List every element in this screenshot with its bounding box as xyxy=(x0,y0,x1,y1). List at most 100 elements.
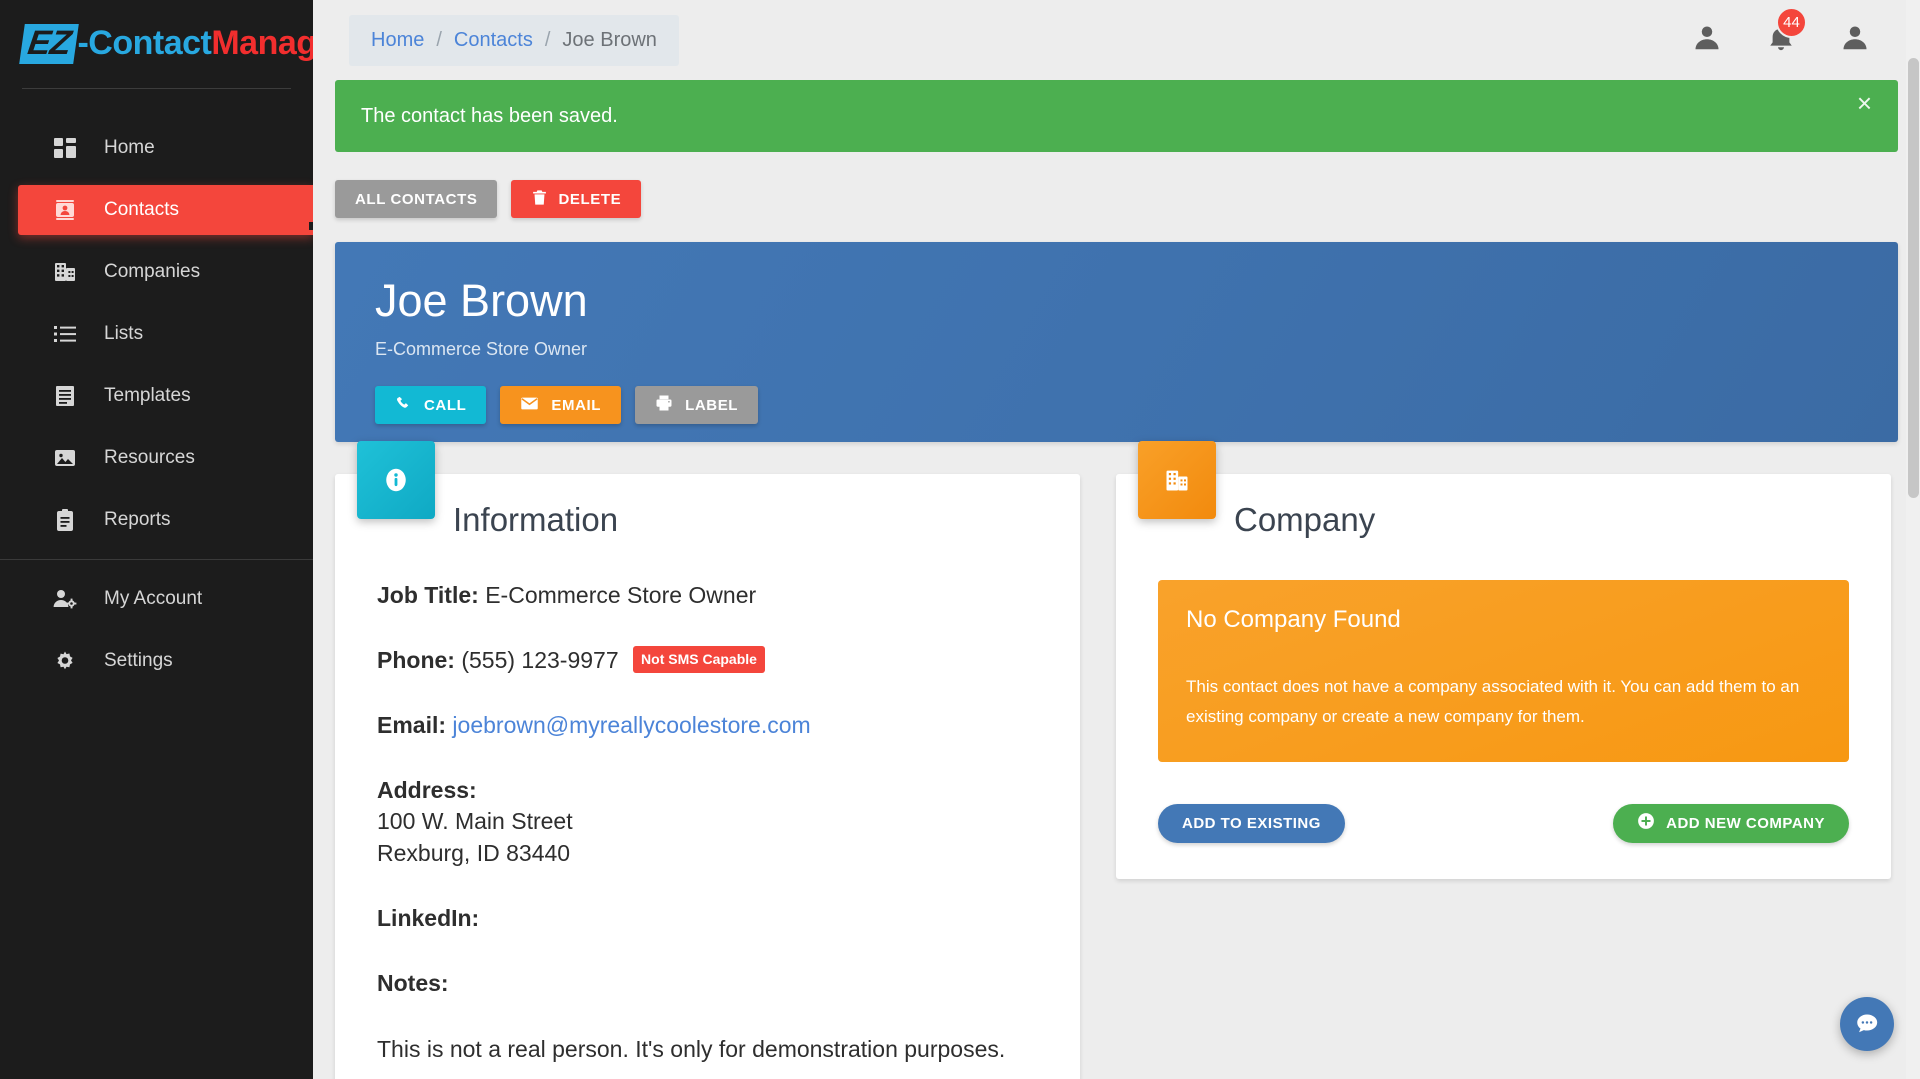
info-icon xyxy=(357,441,435,519)
contact-name: Joe Brown xyxy=(375,275,588,326)
job-title-label: Job Title: xyxy=(377,582,479,609)
breadcrumb-contacts[interactable]: Contacts xyxy=(454,29,533,52)
add-to-existing-label: ADD TO EXISTING xyxy=(1182,814,1321,832)
dashboard-icon xyxy=(48,136,82,160)
email-label: EMAIL xyxy=(551,396,602,414)
email-button[interactable]: EMAIL xyxy=(500,386,622,424)
application-root: EZ-ContactManager Home Contacts xyxy=(0,0,1920,1079)
sidebar-item-reports[interactable]: Reports xyxy=(18,495,291,545)
building-icon xyxy=(48,260,82,284)
add-to-existing-button[interactable]: ADD TO EXISTING xyxy=(1158,803,1345,843)
notification-count-badge: 44 xyxy=(1776,6,1807,38)
contact-action-toolbar: ALL CONTACTS DELETE xyxy=(313,152,1920,218)
linkedin-row: LinkedIn: xyxy=(377,903,1038,934)
sidebar-item-resources[interactable]: Resources xyxy=(18,433,291,483)
email-label: Email: xyxy=(377,712,447,739)
envelope-icon xyxy=(520,394,539,417)
detail-cards: Information Job Title: E-Commerce Store … xyxy=(313,441,1920,1079)
printer-icon xyxy=(655,394,673,416)
user-gear-icon xyxy=(48,587,82,611)
company-building-icon xyxy=(1138,441,1216,519)
sidebar-item-label: Companies xyxy=(104,261,201,282)
logo-manager-text: Manager xyxy=(211,24,313,62)
contact-hero-card: Joe Brown E-Commerce Store Owner CALL EM… xyxy=(335,242,1898,442)
email-value-link[interactable]: joebrown@myreallycoolestore.com xyxy=(452,712,810,738)
logo-text: EZ-ContactManager xyxy=(19,24,313,64)
all-contacts-button[interactable]: ALL CONTACTS xyxy=(335,180,498,218)
breadcrumb-separator: / xyxy=(544,28,551,51)
contact-card-icon xyxy=(48,198,82,222)
notes-row: Notes: xyxy=(377,968,1038,999)
sidebar-item-home[interactable]: Home xyxy=(18,123,291,173)
phone-label: Phone: xyxy=(377,647,455,674)
address-line-1: 100 W. Main Street xyxy=(377,808,573,835)
sidebar-footer-divider xyxy=(0,559,313,560)
sidebar-item-label: Templates xyxy=(104,385,191,406)
job-title-row: Job Title: E-Commerce Store Owner xyxy=(377,580,1038,611)
breadcrumb: Home / Contacts / Joe Brown xyxy=(349,14,679,66)
list-icon xyxy=(48,322,82,346)
no-company-heading: No Company Found xyxy=(1186,606,1401,634)
call-button[interactable]: CALL xyxy=(375,386,487,424)
sidebar-item-companies[interactable]: Companies xyxy=(18,247,291,297)
app-logo[interactable]: EZ-ContactManager xyxy=(0,0,313,88)
label-button[interactable]: LABEL xyxy=(635,386,759,424)
notifications-bell-icon[interactable]: 44 xyxy=(1766,6,1807,58)
information-body: Job Title: E-Commerce Store Owner Phone:… xyxy=(335,538,1080,1079)
job-title-value: E-Commerce Store Owner xyxy=(485,582,757,609)
sidebar-item-label: Home xyxy=(104,137,155,158)
email-row: Email: joebrown@myreallycoolestore.com xyxy=(377,710,1038,741)
success-alert: The contact has been saved. × xyxy=(335,80,1898,152)
address-label: Address: xyxy=(377,777,477,804)
address-row: Address: 100 W. Main Street Rexburg, ID … xyxy=(377,775,1038,868)
label-label: LABEL xyxy=(685,396,739,414)
close-icon[interactable]: × xyxy=(1857,88,1872,119)
address-line-2: Rexburg, ID 83440 xyxy=(377,839,571,866)
sidebar: EZ-ContactManager Home Contacts xyxy=(0,0,313,1079)
sidebar-item-label: Reports xyxy=(104,509,171,530)
breadcrumb-current: Joe Brown xyxy=(562,28,657,51)
sidebar-item-settings[interactable]: Settings xyxy=(18,636,291,686)
all-contacts-label: ALL CONTACTS xyxy=(355,190,478,208)
sidebar-item-label: Resources xyxy=(104,447,195,468)
topbar-icons: 44 xyxy=(1692,6,1892,58)
vertical-scrollbar-thumb[interactable] xyxy=(1908,58,1919,498)
chat-bubble-icon[interactable] xyxy=(1840,997,1894,1051)
sidebar-item-contacts[interactable]: Contacts xyxy=(18,185,313,235)
linkedin-label: LinkedIn: xyxy=(377,904,480,931)
delete-button[interactable]: DELETE xyxy=(511,180,642,218)
add-new-company-button[interactable]: ADD NEW COMPANY xyxy=(1613,803,1849,843)
logo-contact-text: -Contact xyxy=(77,24,212,62)
sidebar-item-lists[interactable]: Lists xyxy=(18,309,291,359)
phone-value: (555) 123-9977 xyxy=(461,647,619,674)
company-card: Company No Company Found This contact do… xyxy=(1116,441,1891,879)
sidebar-item-my-account[interactable]: My Account xyxy=(18,574,291,624)
person-icon[interactable] xyxy=(1692,23,1722,58)
phone-icon xyxy=(395,395,412,416)
main-content: Home / Contacts / Joe Brown 44 The conta… xyxy=(313,0,1920,1079)
contact-job-subtitle: E-Commerce Store Owner xyxy=(375,339,588,359)
plus-circle-icon xyxy=(1637,812,1655,834)
vertical-scrollbar-track[interactable] xyxy=(1906,0,1920,1079)
add-new-company-label: ADD NEW COMPANY xyxy=(1666,814,1825,832)
no-company-text: This contact does not have a company ass… xyxy=(1186,677,1800,727)
call-label: CALL xyxy=(424,396,467,414)
phone-row: Phone: (555) 123-9977 Not SMS Capable xyxy=(377,645,1038,676)
trash-icon xyxy=(531,189,548,210)
information-title: Information xyxy=(453,501,619,538)
sidebar-item-label: Contacts xyxy=(104,199,179,220)
sidebar-nav: Home Contacts Companies Lists Templates … xyxy=(0,89,313,686)
topbar: Home / Contacts / Joe Brown 44 xyxy=(313,0,1920,80)
sms-status-badge: Not SMS Capable xyxy=(633,646,765,674)
delete-label: DELETE xyxy=(558,190,622,208)
notes-value: This is not a real person. It's only for… xyxy=(377,1035,1006,1062)
sidebar-item-label: Settings xyxy=(104,650,173,671)
information-card: Information Job Title: E-Commerce Store … xyxy=(335,441,1080,1079)
sidebar-item-label: My Account xyxy=(104,588,203,609)
user-avatar-icon[interactable] xyxy=(1840,23,1870,58)
sidebar-item-templates[interactable]: Templates xyxy=(18,371,291,421)
alert-message: The contact has been saved. xyxy=(361,104,618,127)
breadcrumb-home[interactable]: Home xyxy=(371,29,424,52)
breadcrumb-separator: / xyxy=(436,28,442,51)
company-title: Company xyxy=(1234,501,1376,538)
